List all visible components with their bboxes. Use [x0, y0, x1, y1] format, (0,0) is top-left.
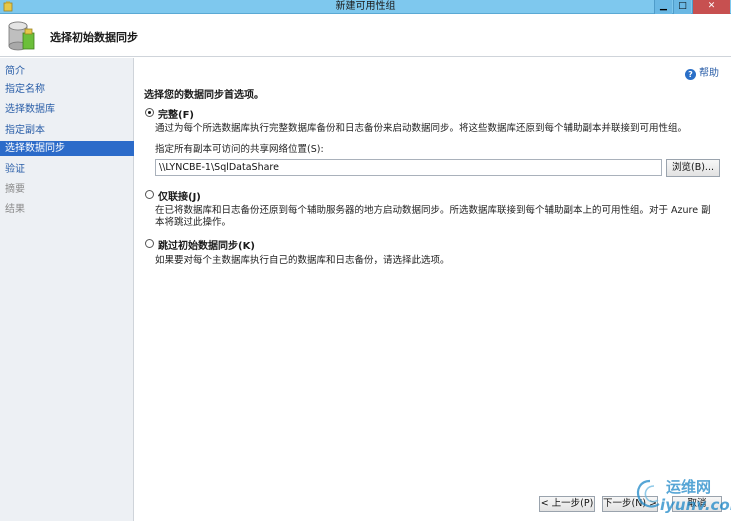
- skip-sync-option-label[interactable]: 跳过初始数据同步(K): [158, 237, 255, 252]
- help-label: 帮助: [699, 68, 719, 79]
- previous-button[interactable]: < 上一步(P): [539, 496, 595, 512]
- section-title: 选择您的数据同步首选项。: [144, 90, 264, 101]
- nav-item-intro[interactable]: 简介: [0, 64, 134, 79]
- title-bar: 新建可用性组 ▁ □ ✕: [0, 0, 731, 14]
- nav-item-validation[interactable]: 验证: [0, 162, 134, 177]
- minimize-button[interactable]: ▁: [654, 0, 672, 14]
- wizard-nav: 简介 指定名称 选择数据库 指定副本 选择数据同步 验证 摘要 结果: [0, 58, 134, 521]
- watermark-line1: 运维网: [666, 478, 712, 496]
- full-option-label[interactable]: 完整(F): [158, 106, 194, 121]
- help-icon: ?: [685, 69, 696, 80]
- help-link[interactable]: ? 帮助: [685, 64, 719, 80]
- nav-item-results: 结果: [5, 204, 25, 215]
- join-only-option-label[interactable]: 仅联接(J): [158, 188, 201, 203]
- site-watermark: 运维网 iyunv.com: [634, 472, 731, 518]
- window-title: 新建可用性组: [335, 1, 396, 12]
- page-heading: 选择初始数据同步: [50, 31, 138, 44]
- nav-item-summary: 摘要: [5, 184, 25, 195]
- join-only-option-description: 在已将数据库和日志备份还原到每个辅助服务器的地方启动数据同步。所选数据库联接到每…: [155, 205, 711, 228]
- database-wizard-icon: [8, 21, 35, 51]
- nav-item-databases[interactable]: 选择数据库: [0, 102, 134, 117]
- watermark-line2: iyunv.com: [660, 496, 731, 514]
- close-button[interactable]: ✕: [692, 0, 730, 14]
- maximize-button[interactable]: □: [673, 0, 691, 14]
- wizard-header: 选择初始数据同步: [0, 15, 731, 57]
- nav-item-data-sync[interactable]: 选择数据同步: [0, 141, 134, 156]
- skip-sync-option-description: 如果要对每个主数据库执行自己的数据库和日志备份，请选择此选项。: [155, 255, 450, 266]
- full-option-description: 通过为每个所选数据库执行完整数据库备份和日志备份来启动数据同步。将这些数据库还原…: [155, 123, 688, 134]
- share-location-input[interactable]: \\LYNCBE-1\SqlDataShare: [155, 159, 662, 176]
- full-radio[interactable]: [145, 108, 154, 117]
- skip-sync-radio[interactable]: [145, 239, 154, 248]
- share-location-label: 指定所有副本可访问的共享网络位置(S):: [155, 144, 324, 155]
- main-content: ? 帮助 选择您的数据同步首选项。 完整(F) 通过为每个所选数据库执行完整数据库…: [135, 58, 731, 521]
- nav-item-replicas[interactable]: 指定副本: [0, 123, 134, 138]
- join-only-radio[interactable]: [145, 190, 154, 199]
- browse-button[interactable]: 浏览(B)...: [666, 159, 720, 177]
- nav-item-name[interactable]: 指定名称: [0, 82, 134, 97]
